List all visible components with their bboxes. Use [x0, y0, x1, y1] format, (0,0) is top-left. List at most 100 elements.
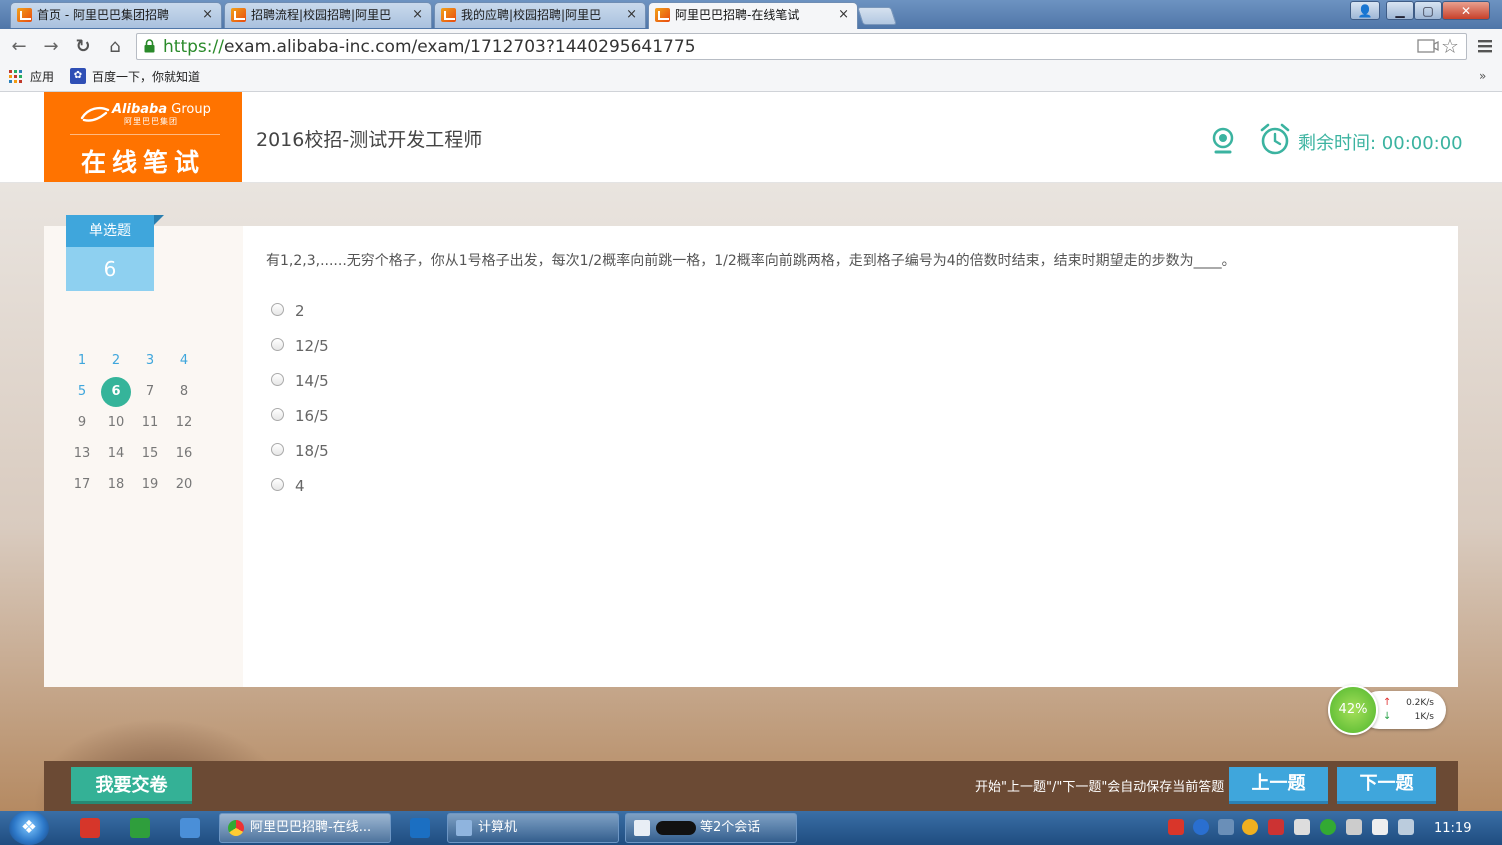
logo-brand-cn: 阿里巴巴集团: [124, 117, 178, 126]
question-nav-18[interactable]: 18: [101, 470, 131, 500]
question-nav-10[interactable]: 10: [101, 408, 131, 438]
tray-expand-icon[interactable]: [1218, 819, 1234, 835]
question-nav-14[interactable]: 14: [101, 439, 131, 469]
spreadsheet-app-icon[interactable]: [130, 818, 150, 838]
window-minimize-button[interactable]: ▁: [1386, 1, 1414, 20]
question-nav-15[interactable]: 15: [135, 439, 165, 469]
tab-close-icon[interactable]: ×: [202, 3, 213, 27]
network-icon[interactable]: [1398, 819, 1414, 835]
question-nav-4[interactable]: 4: [169, 346, 199, 376]
taskbar-task-exam[interactable]: 阿里巴巴招聘-在线...: [219, 813, 391, 843]
radio-button[interactable]: [271, 443, 284, 456]
cast-icon[interactable]: [1417, 39, 1439, 53]
tab-label: 招聘流程|校园招聘|阿里巴: [251, 8, 392, 22]
taskbar-task-chat[interactable]: 等2个会话: [625, 813, 797, 843]
netease-music-icon[interactable]: [80, 818, 100, 838]
bookmark-baidu[interactable]: 百度一下，你就知道: [92, 69, 200, 85]
baidu-paw-icon: ✿: [70, 68, 86, 84]
question-nav-2[interactable]: 2: [101, 346, 131, 376]
help-icon[interactable]: [1193, 819, 1209, 835]
question-nav-17[interactable]: 17: [67, 470, 97, 500]
task-label: 计算机: [478, 820, 518, 835]
question-nav-16[interactable]: 16: [169, 439, 199, 469]
question-nav-13[interactable]: 13: [67, 439, 97, 469]
logo-brand: Alibaba Group: [112, 102, 211, 117]
browser-tab-process[interactable]: 招聘流程|校园招聘|阿里巴 ×: [224, 2, 432, 28]
home-icon[interactable]: ⌂: [103, 36, 127, 58]
option-label: 2: [295, 302, 305, 320]
exam-title: 2016校招-测试开发工程师: [256, 129, 483, 151]
360-guard-icon[interactable]: [1320, 819, 1336, 835]
forward-icon[interactable]: →: [39, 36, 63, 58]
download-speed: 1K/s: [1414, 712, 1434, 722]
reload-icon[interactable]: ↻: [71, 36, 95, 58]
radio-button[interactable]: [271, 478, 284, 491]
question-nav-11[interactable]: 11: [135, 408, 165, 438]
tab-label: 我的应聘|校园招聘|阿里巴: [461, 8, 602, 22]
window-maximize-button[interactable]: ▢: [1414, 1, 1442, 20]
option-label: 4: [295, 477, 305, 495]
autosave-note: 开始"上一题"/"下一题"会自动保存当前答题: [975, 780, 1225, 795]
usb-icon[interactable]: [1294, 819, 1310, 835]
bookmarks-bar-overflow: [1338, 64, 1502, 92]
browser-tab-home[interactable]: 首页 - 阿里巴巴集团招聘 ×: [10, 2, 222, 28]
radio-button[interactable]: [271, 338, 284, 351]
radio-button[interactable]: [271, 408, 284, 421]
submit-exam-button[interactable]: 我要交卷: [71, 767, 192, 804]
question-nav-6[interactable]: 6: [101, 377, 131, 407]
security-icon[interactable]: [1268, 819, 1284, 835]
question-nav-1[interactable]: 1: [67, 346, 97, 376]
volume-muted-icon[interactable]: [1346, 819, 1362, 835]
question-nav-20[interactable]: 20: [169, 470, 199, 500]
bookmark-apps[interactable]: 应用: [30, 69, 54, 85]
radio-button[interactable]: [271, 373, 284, 386]
download-arrow-icon: ↓: [1383, 711, 1392, 722]
qq-icon[interactable]: [1242, 819, 1258, 835]
question-nav-19[interactable]: 19: [135, 470, 165, 500]
alibaba-favicon-icon: [655, 8, 670, 22]
star-icon[interactable]: ☆: [1441, 34, 1459, 58]
option-label: 14/5: [295, 372, 329, 390]
url-path: exam.alibaba-inc.com/exam/1712703?144029…: [223, 37, 696, 57]
memory-usage-percent: 42%: [1328, 685, 1378, 735]
logo-title: 在线笔试: [80, 148, 205, 177]
back-icon[interactable]: ←: [7, 36, 31, 58]
upload-speed: 0.2K/s: [1406, 698, 1434, 708]
browser-tab-applications[interactable]: 我的应聘|校园招聘|阿里巴 ×: [434, 2, 646, 28]
question-text: 有1,2,3,......无穷个格子，你从1号格子出发，每次1/2概率向前跳一格…: [266, 253, 1236, 269]
tab-close-icon[interactable]: ×: [838, 3, 849, 27]
window-user-button[interactable]: 👤: [1350, 1, 1380, 20]
upload-arrow-icon: ↑: [1383, 697, 1392, 708]
new-tab-button[interactable]: [857, 7, 897, 25]
question-nav-8[interactable]: 8: [169, 377, 199, 407]
tab-close-icon[interactable]: ×: [412, 3, 423, 27]
menu-icon[interactable]: [1478, 39, 1492, 53]
question-nav-9[interactable]: 9: [67, 408, 97, 438]
radio-button[interactable]: [271, 303, 284, 316]
tab-close-icon[interactable]: ×: [626, 3, 637, 27]
file-explorer-icon[interactable]: [410, 818, 430, 838]
option-label: 16/5: [295, 407, 329, 425]
apps-grid-icon[interactable]: [9, 70, 23, 84]
chrome-icon: [228, 820, 244, 836]
question-nav-3[interactable]: 3: [135, 346, 165, 376]
prev-question-button[interactable]: 上一题: [1229, 767, 1328, 804]
alibaba-favicon-icon: [231, 8, 246, 22]
question-nav-7[interactable]: 7: [135, 377, 165, 407]
browser-tab-exam[interactable]: 阿里巴巴招聘-在线笔试 ×: [648, 2, 858, 29]
window-close-button[interactable]: ✕: [1442, 1, 1490, 20]
question-nav-5[interactable]: 5: [67, 377, 97, 407]
alibaba-smile-logo-icon: [80, 106, 110, 122]
redacted-scribble: [656, 820, 696, 835]
taskbar-task-computer[interactable]: 计算机: [447, 813, 619, 843]
browser-app-icon[interactable]: [180, 818, 200, 838]
bookmarks-more-button[interactable]: »: [1479, 68, 1486, 84]
action-center-flag-icon[interactable]: [1372, 819, 1388, 835]
next-question-button[interactable]: 下一题: [1337, 767, 1436, 804]
start-button[interactable]: ❖: [9, 811, 49, 845]
lock-icon: [144, 39, 155, 53]
sogou-ime-icon[interactable]: [1168, 819, 1184, 835]
tab-label: 阿里巴巴招聘-在线笔试: [675, 8, 800, 22]
alarm-clock-icon: [1260, 123, 1290, 155]
question-nav-12[interactable]: 12: [169, 408, 199, 438]
